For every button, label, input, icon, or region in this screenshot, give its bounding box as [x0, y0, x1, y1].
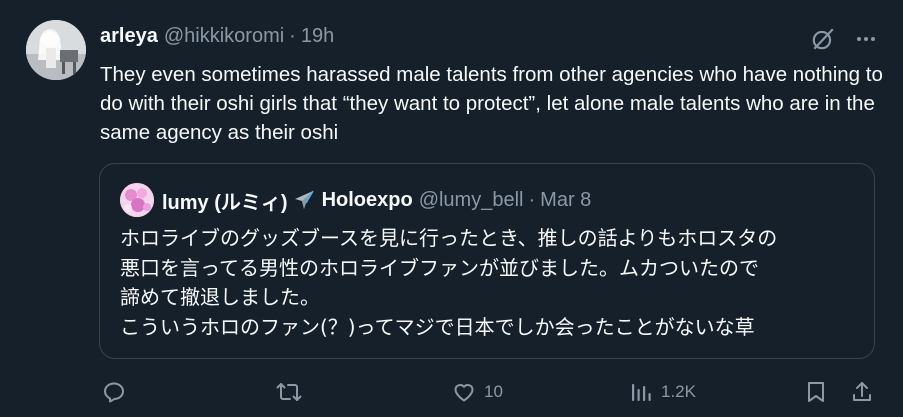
- quoted-author-avatar[interactable]: [120, 183, 154, 217]
- tweet-header: arleya @hikkikoromi · 19h: [100, 24, 334, 48]
- quoted-author-handle[interactable]: @lumy_bell: [419, 189, 524, 212]
- quoted-text-line: 諦めて撤退しました。: [120, 285, 320, 309]
- avatar-image: [26, 20, 86, 80]
- airplane-emoji-icon: [292, 188, 316, 212]
- tweet-time[interactable]: 19h: [301, 25, 334, 48]
- quoted-text-line: こういうホロのファン(？)ってマジで日本でしか会ったことがないな草: [120, 314, 755, 339]
- views-button[interactable]: 1.2K: [629, 380, 696, 404]
- grok-icon[interactable]: [810, 26, 836, 52]
- bookmark-button[interactable]: [805, 380, 827, 404]
- more-icon[interactable]: [854, 27, 878, 51]
- tweet-top-actions: [810, 26, 878, 52]
- quoted-author-name[interactable]: lumy (ルミィ): [162, 186, 288, 215]
- author-avatar[interactable]: [26, 20, 86, 80]
- like-count: 10: [484, 382, 503, 401]
- retweet-icon: [276, 380, 302, 404]
- quoted-tweet-body: ホロライブのグッズブースを見に行ったとき、推しの話よりもホロスタの 悪口を言って…: [120, 224, 860, 342]
- reply-button[interactable]: [102, 380, 134, 404]
- author-handle[interactable]: @hikkikoromi: [164, 25, 284, 48]
- author-name[interactable]: arleya: [100, 25, 158, 48]
- quoted-author-name-suffix[interactable]: Holoexpo: [322, 189, 413, 212]
- views-icon: [629, 380, 653, 404]
- bookmark-icon: [805, 380, 827, 404]
- quoted-text-line: 悪口を言ってる男性のホロライブファンが並びました。ムカついたので: [120, 255, 759, 280]
- quoted-tweet[interactable]: lumy (ルミィ) Holoexpo @lumy_bell · Mar 8 ホ…: [99, 163, 875, 359]
- share-button[interactable]: [850, 380, 874, 404]
- tweet-body: They even sometimes harassed male talent…: [100, 63, 883, 144]
- quoted-text-line: ホロライブのグッズブースを見に行ったとき、推しの話よりもホロスタの: [120, 226, 778, 250]
- retweet-button[interactable]: [276, 380, 310, 404]
- heart-icon: [452, 380, 476, 404]
- separator-dot: ·: [289, 24, 296, 47]
- reply-icon: [102, 380, 126, 404]
- views-count: 1.2K: [661, 382, 696, 401]
- tweet-action-bar: 10 1.2K: [100, 380, 890, 410]
- quoted-tweet-header: lumy (ルミィ) Holoexpo @lumy_bell · Mar 8: [120, 182, 591, 218]
- quoted-tweet-time[interactable]: Mar 8: [540, 189, 591, 212]
- like-button[interactable]: 10: [452, 380, 503, 404]
- share-icon: [850, 380, 874, 404]
- separator-dot: ·: [528, 188, 536, 211]
